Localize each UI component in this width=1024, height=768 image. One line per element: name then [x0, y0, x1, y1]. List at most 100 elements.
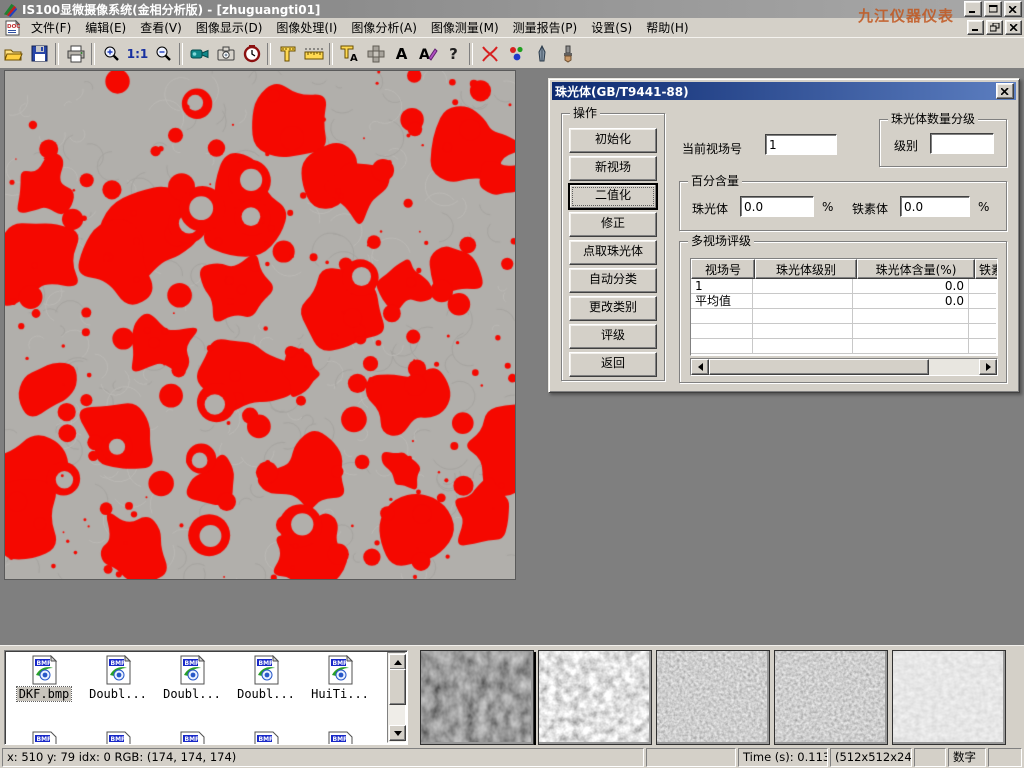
column-header[interactable]: 视场号 — [691, 259, 755, 279]
menu-item[interactable]: 帮助(H) — [639, 18, 695, 37]
ferrite-percent-input[interactable] — [900, 196, 970, 217]
file-item[interactable]: BMP DKF.bmp — [7, 655, 81, 701]
operation-button[interactable]: 修正 — [569, 212, 657, 237]
sample-thumbnail-4[interactable] — [774, 650, 888, 745]
minimize-button[interactable] — [964, 1, 982, 17]
file-list[interactable]: BMP DKF.bmp BMP — [4, 650, 408, 745]
file-list-scrollbar[interactable] — [387, 652, 406, 743]
pointer-pen-button[interactable] — [529, 41, 554, 66]
mdi-close-button[interactable] — [1005, 20, 1022, 35]
file-name[interactable]: Doubl... — [87, 687, 149, 701]
operation-button[interactable]: 初始化 — [569, 128, 657, 153]
menu-item[interactable]: 图像测量(M) — [424, 18, 506, 37]
toolbar-separator — [179, 43, 183, 65]
menu-item[interactable]: 文件(F) — [24, 18, 78, 37]
menu-item[interactable]: 测量报告(P) — [506, 18, 585, 37]
pearlite-percent-input[interactable] — [740, 196, 814, 217]
text-edit-button[interactable]: A — [415, 41, 440, 66]
window-title: IS100显微摄像系统(金相分析版) - [zhuguangti01] — [22, 1, 320, 18]
grid-cross-button[interactable] — [363, 41, 388, 66]
file-item[interactable]: BMP Doubl... — [229, 655, 303, 701]
close-button[interactable] — [1004, 1, 1022, 17]
table-row-empty — [691, 309, 997, 324]
actual-size-button[interactable]: 1:1 — [125, 41, 150, 66]
sample-thumbnail-2[interactable] — [538, 650, 652, 745]
file-name[interactable]: DKF.bmp — [17, 687, 72, 701]
operation-button[interactable]: 点取珠光体 — [569, 240, 657, 265]
svg-text:BMP: BMP — [185, 736, 201, 743]
text-label-button[interactable]: A — [389, 41, 414, 66]
table-row[interactable]: 平均值 0.0 — [691, 294, 997, 309]
pearlite-dialog: 珠光体(GB/T9441-88) 操作 初始化 新视场 二值化 修正 — [548, 78, 1020, 393]
file-item[interactable]: BMP Doubl... — [81, 655, 155, 701]
bmp-file-icon[interactable]: BMP — [29, 731, 59, 745]
zoom-in-button[interactable] — [99, 41, 124, 66]
operation-button[interactable]: 更改类别 — [569, 296, 657, 321]
ruler-button[interactable] — [301, 41, 326, 66]
file-item[interactable]: BMP HuiTi... — [303, 655, 377, 701]
operation-button[interactable]: 新视场 — [569, 156, 657, 181]
scroll-down-button[interactable] — [389, 725, 406, 741]
photo-camera-button[interactable] — [213, 41, 238, 66]
caliper-button[interactable] — [275, 41, 300, 66]
delete-cross-button[interactable] — [477, 41, 502, 66]
bmp-file-icon[interactable]: BMP — [177, 731, 207, 745]
bmp-file-icon[interactable]: BMP — [251, 731, 281, 745]
bmp-file-icon[interactable]: BMP — [103, 731, 133, 745]
multi-field-group: 多视场评级 视场号 珠光体级别 珠光体含量(%) 铁素体含量(%) 1 0.0 — [679, 241, 1007, 383]
help-button[interactable]: ? — [441, 41, 466, 66]
operation-button[interactable]: 评级 — [569, 324, 657, 349]
menu-item[interactable]: 图像显示(D) — [189, 18, 270, 37]
operation-button[interactable]: 自动分类 — [569, 268, 657, 293]
menu-item[interactable]: 图像处理(I) — [269, 18, 344, 37]
menu-item[interactable]: 查看(V) — [133, 18, 189, 37]
measure-text-button[interactable]: A — [337, 41, 362, 66]
rating-table[interactable]: 视场号 珠光体级别 珠光体含量(%) 铁素体含量(%) 1 0.0 — [690, 258, 998, 356]
paint-brush-button[interactable] — [555, 41, 580, 66]
current-field-input[interactable] — [765, 134, 837, 155]
percent-group-label: 百分含量 — [688, 174, 742, 188]
scrollbar-thumb[interactable] — [389, 669, 406, 705]
file-name[interactable]: HuiTi... — [309, 687, 371, 701]
menu-item[interactable]: 图像分析(A) — [344, 18, 424, 37]
save-button[interactable] — [27, 41, 52, 66]
dialog-title-bar[interactable]: 珠光体(GB/T9441-88) — [552, 82, 1016, 100]
maximize-button[interactable] — [984, 1, 1002, 17]
print-button[interactable] — [63, 41, 88, 66]
video-camera-button[interactable] — [187, 41, 212, 66]
operation-button[interactable]: 二值化 — [569, 184, 657, 209]
toolbar-separator — [469, 43, 473, 65]
sample-thumbnail-3[interactable] — [656, 650, 770, 745]
sample-thumbnail-5[interactable] — [892, 650, 1006, 745]
micrograph-image[interactable] — [4, 70, 516, 580]
dialog-close-button[interactable] — [996, 83, 1014, 99]
timer-clock-button[interactable] — [239, 41, 264, 66]
file-name[interactable]: Doubl... — [161, 687, 223, 701]
scroll-right-button[interactable] — [979, 359, 997, 375]
menu-item[interactable]: 设置(S) — [584, 18, 639, 37]
column-header[interactable]: 铁素体含量(%) — [975, 259, 998, 279]
menu-item[interactable]: 编辑(E) — [78, 18, 133, 37]
scrollbar-thumb[interactable] — [709, 359, 929, 375]
table-horizontal-scrollbar[interactable] — [690, 358, 998, 376]
bmp-file-icon[interactable]: BMP — [325, 731, 355, 745]
app-icon — [3, 2, 18, 17]
scroll-up-button[interactable] — [389, 654, 406, 670]
mdi-restore-button[interactable] — [986, 20, 1003, 35]
scroll-left-button[interactable] — [691, 359, 709, 375]
column-header[interactable]: 珠光体级别 — [755, 259, 857, 279]
mdi-minimize-button[interactable] — [967, 20, 984, 35]
file-name[interactable]: Doubl... — [235, 687, 297, 701]
sample-thumbnail-1[interactable] — [420, 650, 534, 745]
status-spacer — [914, 748, 946, 767]
table-row[interactable]: 1 0.0 — [691, 279, 997, 294]
percent-group: 百分含量 珠光体 % 铁素体 % — [679, 181, 1007, 231]
column-header[interactable]: 珠光体含量(%) — [857, 259, 975, 279]
color-classify-button[interactable] — [503, 41, 528, 66]
grade-input[interactable] — [930, 133, 994, 154]
open-folder-button[interactable] — [1, 41, 26, 66]
file-item[interactable]: BMP Doubl... — [155, 655, 229, 701]
zoom-out-button[interactable] — [151, 41, 176, 66]
document-icon[interactable]: DOC — [4, 20, 22, 36]
operation-button[interactable]: 返回 — [569, 352, 657, 377]
